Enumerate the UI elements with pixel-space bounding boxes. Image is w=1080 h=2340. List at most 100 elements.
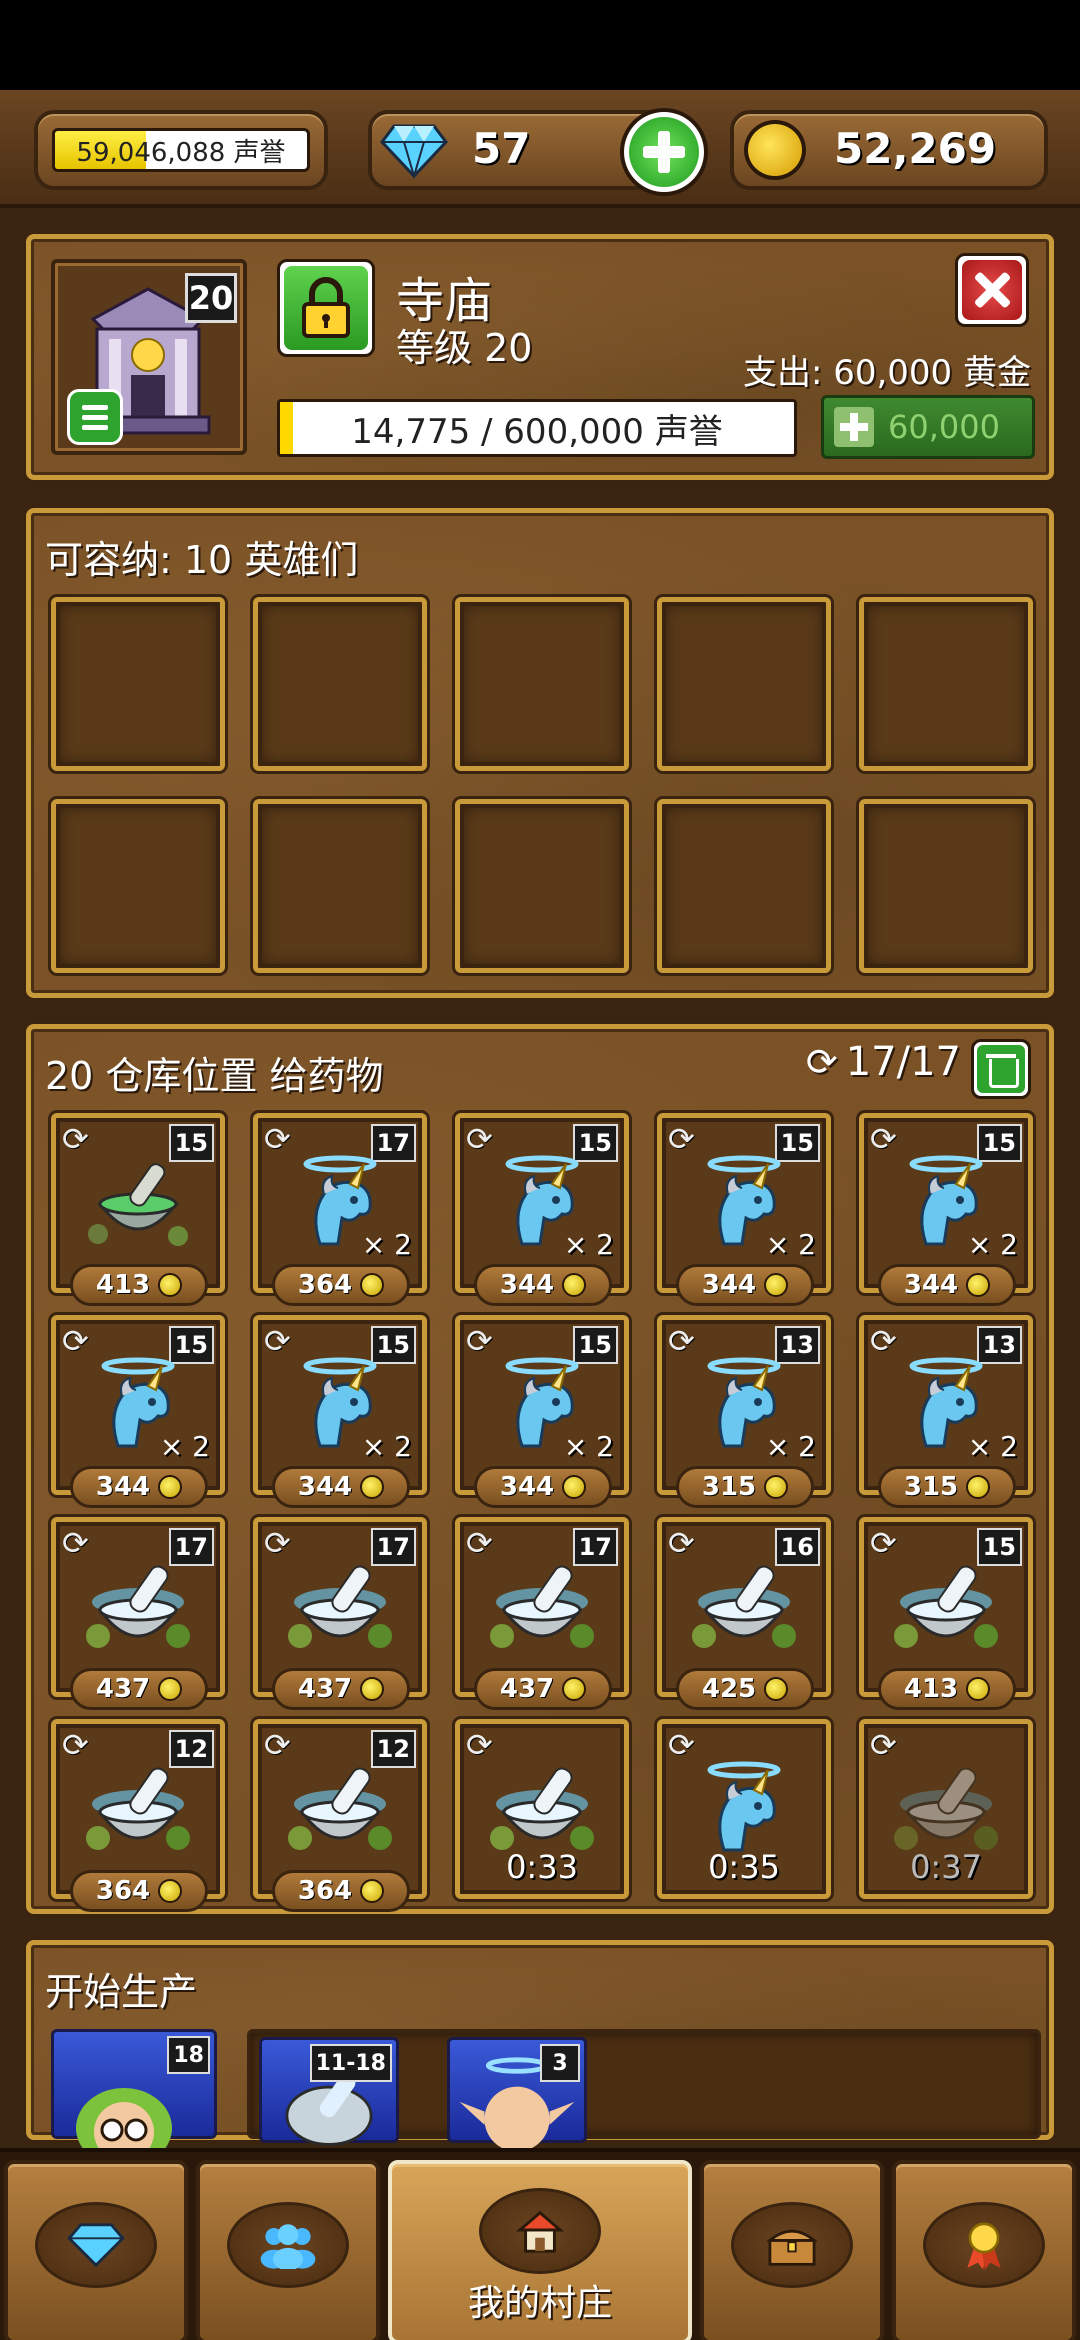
refresh-icon[interactable]: ⟳ (264, 1524, 291, 1562)
refresh-icon[interactable]: ⟳ (870, 1322, 897, 1360)
item-price: 344 (474, 1264, 612, 1306)
hero-slot[interactable] (51, 597, 225, 771)
storage-item[interactable]: ⟳ 13 × 2 315 (657, 1315, 831, 1508)
item-price-value: 315 (903, 1472, 959, 1502)
alchemist-card[interactable]: 18 (51, 2029, 217, 2148)
close-button[interactable] (955, 253, 1029, 327)
storage-item[interactable]: ⟳ 17 437 (455, 1517, 629, 1710)
storage-item[interactable]: ⟳ 15 413 (859, 1517, 1033, 1710)
blue-mortar-icon (86, 1767, 190, 1850)
gold-coin-icon (360, 1475, 385, 1499)
refresh-icon[interactable]: ⟳ (264, 1726, 291, 1764)
gold-count: 52,269 (834, 124, 997, 173)
storage-item[interactable]: ⟳ 17 437 (253, 1517, 427, 1710)
blue-mortar-icon (490, 1767, 594, 1850)
item-timer: 0:35 (708, 1848, 780, 1886)
refresh-icon[interactable]: ⟳ (668, 1120, 695, 1158)
refresh-icon[interactable]: ⟳ (466, 1120, 493, 1158)
storage-item[interactable]: ⟳ 15 × 2 344 (859, 1113, 1033, 1306)
hero-slot[interactable] (657, 799, 831, 973)
item-price-value: 344 (701, 1270, 757, 1300)
nav-my-village[interactable]: 我的村庄 (388, 2160, 692, 2340)
plus-icon (834, 407, 874, 447)
blue-mortar-icon (86, 1565, 190, 1648)
refresh-icon[interactable]: ⟳ (62, 1726, 89, 1764)
queue-item-mortar[interactable]: 11-18 (259, 2037, 399, 2146)
refresh-icon[interactable]: ⟳ (870, 1120, 897, 1158)
item-price: 413 (70, 1264, 208, 1306)
buy-gems-button[interactable] (620, 108, 708, 196)
hero-slot[interactable] (253, 597, 427, 771)
nav-my-village-label: 我的村庄 (467, 2283, 612, 2324)
gold-coin-icon (360, 1677, 385, 1701)
gold-coin-icon (158, 1475, 183, 1499)
nav-achievements[interactable] (892, 2160, 1076, 2340)
hero-slot[interactable] (859, 799, 1033, 973)
item-price-value: 364 (95, 1876, 151, 1906)
trash-button[interactable] (971, 1039, 1031, 1099)
storage-item[interactable]: ⟳ 16 425 (657, 1517, 831, 1710)
production-row: 18 11-18 3 (51, 2029, 1041, 2150)
item-price: 315 (878, 1466, 1016, 1508)
refresh-icon[interactable]: ⟳ (870, 1524, 897, 1562)
storage-item[interactable]: ⟳ 15 × 2 344 (657, 1113, 831, 1306)
storage-item[interactable]: ⟳ 17 × 2 364 (253, 1113, 427, 1306)
refresh-icon[interactable]: ⟳ (870, 1726, 897, 1764)
storage-item[interactable]: ⟳ 0:37 (859, 1719, 1033, 1899)
hero-slot[interactable] (455, 799, 629, 973)
hero-slot[interactable] (51, 799, 225, 973)
queue-item-monk[interactable]: 3 (447, 2037, 587, 2150)
gold-coin-icon (562, 1677, 587, 1701)
item-multiplier: × 2 (361, 1228, 412, 1261)
hero-slot[interactable] (859, 597, 1033, 771)
gem-count: 57 (472, 124, 531, 173)
blue-mortar-icon (288, 1767, 392, 1850)
gold-coin-icon (764, 1273, 789, 1297)
refresh-icon[interactable]: ⟳ (264, 1120, 291, 1158)
plus-icon (629, 117, 699, 187)
item-price: 364 (70, 1870, 208, 1912)
storage-item[interactable]: ⟳ 12 364 (51, 1719, 225, 1912)
item-multiplier: × 2 (967, 1430, 1018, 1463)
storage-item[interactable]: ⟳ 13 × 2 315 (859, 1315, 1033, 1508)
storage-item[interactable]: ⟳ 0:33 (455, 1719, 629, 1899)
nav-shop[interactable] (4, 2160, 188, 2340)
refresh-icon[interactable]: ⟳ (62, 1322, 89, 1360)
lock-button[interactable] (277, 259, 375, 357)
refresh-icon[interactable]: ⟳ (62, 1120, 89, 1158)
hero-slot[interactable] (253, 799, 427, 973)
nav-chest[interactable] (700, 2160, 884, 2340)
storage-item[interactable]: ⟳ 15 × 2 344 (51, 1315, 225, 1508)
storage-item[interactable]: ⟳ 0:35 (657, 1719, 831, 1899)
refresh-icon[interactable]: ⟳ (668, 1726, 695, 1764)
storage-item[interactable]: ⟳ 15 × 2 344 (455, 1113, 629, 1306)
people-icon (260, 2224, 316, 2269)
hero-slot[interactable] (455, 597, 629, 771)
refresh-icon[interactable]: ⟳ (264, 1322, 291, 1360)
item-price-value: 344 (903, 1270, 959, 1300)
refresh-icon[interactable]: ⟳ (668, 1524, 695, 1562)
refresh-icon[interactable]: ⟳ (466, 1524, 493, 1562)
storage-item[interactable]: ⟳ 15 × 2 344 (455, 1315, 629, 1508)
refresh-icon[interactable]: ⟳ (62, 1524, 89, 1562)
storage-item[interactable]: ⟳ 15 × 2 344 (253, 1315, 427, 1508)
hero-slot[interactable] (657, 597, 831, 771)
gold-coin-icon (562, 1475, 587, 1499)
medal-icon (967, 2222, 1001, 2270)
building-menu-button[interactable] (67, 389, 123, 445)
gold-coin-icon (360, 1879, 385, 1903)
alchemist-level-badge: 18 (167, 2036, 210, 2074)
nav-heroes[interactable] (196, 2160, 380, 2340)
item-price-value: 425 (701, 1674, 757, 1704)
refresh-icon[interactable]: ⟳ (466, 1726, 493, 1764)
upgrade-button[interactable]: 60,000 (821, 395, 1035, 459)
refresh-icon[interactable]: ⟳ (668, 1322, 695, 1360)
bottom-navigation: 我的村庄 (0, 2148, 1080, 2340)
storage-item[interactable]: ⟳ 15 413 (51, 1113, 225, 1306)
hero-slots (51, 597, 1041, 973)
resource-bar: 59,046,088 声誉 57 52,269 (0, 90, 1080, 208)
storage-item[interactable]: ⟳ 12 364 (253, 1719, 427, 1912)
storage-item[interactable]: ⟳ 17 437 (51, 1517, 225, 1710)
refresh-icon[interactable]: ⟳ (466, 1322, 493, 1360)
item-price: 364 (272, 1870, 410, 1912)
